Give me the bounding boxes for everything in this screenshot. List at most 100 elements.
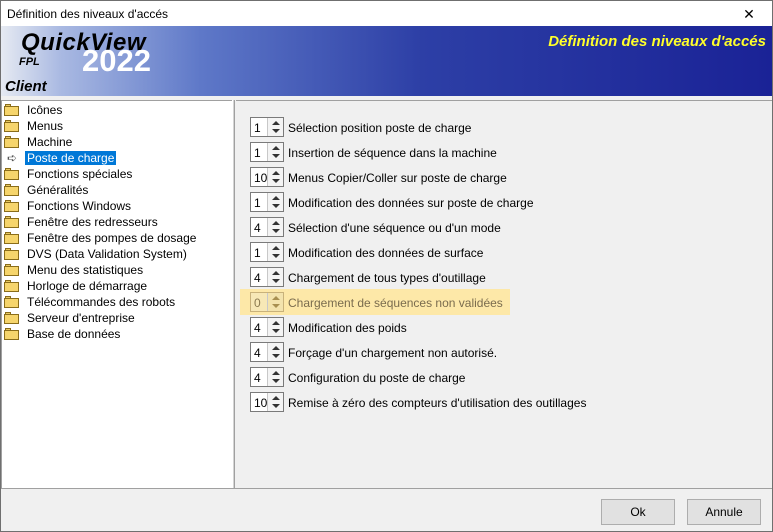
tree-item-label: Base de données	[27, 327, 121, 341]
access-level-row: 4 Forçage d'un chargement non autorisé.	[250, 342, 770, 362]
folder-icon	[4, 328, 20, 340]
spin-up-icon[interactable]	[272, 246, 280, 250]
spin-down-icon[interactable]	[272, 129, 280, 133]
spin-buttons	[267, 218, 283, 236]
spin-down-icon[interactable]	[272, 204, 280, 208]
spin-buttons	[267, 243, 283, 261]
tree-item-label: Icônes	[27, 103, 63, 117]
level-spinbox[interactable]: 10	[250, 167, 284, 187]
spin-up-icon[interactable]	[272, 371, 280, 375]
spin-down-icon[interactable]	[272, 279, 280, 283]
access-level-row: 1 Modification des données sur poste de c…	[250, 192, 770, 212]
access-level-row: 1 Modification des données de surface	[250, 242, 770, 262]
level-label: Forçage d'un chargement non autorisé.	[288, 346, 498, 360]
level-value[interactable]: 1	[254, 146, 261, 160]
level-value[interactable]: 1	[254, 196, 261, 210]
spin-up-icon[interactable]	[272, 121, 280, 125]
level-spinbox[interactable]: 4	[250, 317, 284, 337]
level-label: Remise à zéro des compteurs d'utilisatio…	[288, 396, 587, 410]
tree-item[interactable]: DVS (Data Validation System)	[4, 246, 189, 262]
level-spinbox[interactable]: 1	[250, 142, 284, 162]
spin-down-icon[interactable]	[272, 179, 280, 183]
tree-item[interactable]: Fenêtre des redresseurs	[4, 214, 160, 230]
folder-icon	[4, 200, 20, 212]
level-spinbox[interactable]: 4	[250, 367, 284, 387]
level-spinbox[interactable]: 10	[250, 392, 284, 412]
level-label: Insertion de séquence dans la machine	[288, 146, 497, 160]
level-value[interactable]: 1	[254, 246, 261, 260]
spin-down-icon[interactable]	[272, 329, 280, 333]
ok-button[interactable]: Ok	[601, 499, 675, 525]
level-value[interactable]: 10	[254, 171, 267, 185]
spin-up-icon[interactable]	[272, 271, 280, 275]
tree-item[interactable]: Serveur d'entreprise	[4, 310, 137, 326]
spin-down-icon[interactable]	[272, 229, 280, 233]
tree-item-label: Serveur d'entreprise	[27, 311, 135, 325]
level-value[interactable]: 0	[254, 296, 261, 310]
spin-buttons	[267, 368, 283, 386]
spin-buttons	[267, 318, 283, 336]
pane-splitter[interactable]	[232, 100, 235, 488]
spin-buttons	[267, 393, 283, 411]
spin-up-icon[interactable]	[272, 171, 280, 175]
folder-icon	[4, 312, 20, 324]
tree-item[interactable]: Icônes	[4, 102, 64, 118]
level-spinbox[interactable]: 0	[250, 292, 284, 312]
window-title: Définition des niveaux d'accés	[7, 7, 169, 21]
spin-down-icon[interactable]	[272, 404, 280, 408]
spin-up-icon[interactable]	[272, 396, 280, 400]
category-tree: Icônes Menus Machine ➪ Poste de charge Foncti…	[1, 100, 232, 488]
tree-item[interactable]: Fenêtre des pompes de dosage	[4, 230, 198, 246]
folder-icon	[4, 232, 20, 244]
close-icon[interactable]: ✕	[726, 1, 772, 27]
spin-up-icon[interactable]	[272, 221, 280, 225]
spin-down-icon[interactable]	[272, 354, 280, 358]
spin-up-icon[interactable]	[272, 296, 280, 300]
spin-down-icon[interactable]	[272, 379, 280, 383]
access-level-row: 4 Modification des poids	[250, 317, 770, 337]
level-spinbox[interactable]: 4	[250, 267, 284, 287]
spin-up-icon[interactable]	[272, 196, 280, 200]
tree-item-label: Machine	[27, 135, 73, 149]
level-spinbox[interactable]: 1	[250, 242, 284, 262]
level-value[interactable]: 4	[254, 346, 261, 360]
cancel-button[interactable]: Annule	[687, 499, 761, 525]
tree-item[interactable]: Horloge de démarrage	[4, 278, 149, 294]
folder-icon	[4, 248, 20, 260]
level-spinbox[interactable]: 4	[250, 217, 284, 237]
spin-buttons	[267, 168, 283, 186]
level-label: Modification des données sur poste de ch…	[288, 196, 534, 210]
level-value[interactable]: 4	[254, 371, 261, 385]
brand-year: 2022	[82, 43, 151, 78]
tree-item[interactable]: Machine	[4, 134, 74, 150]
folder-icon	[4, 280, 20, 292]
level-spinbox[interactable]: 4	[250, 342, 284, 362]
spin-up-icon[interactable]	[272, 321, 280, 325]
tree-item[interactable]: Menus	[4, 118, 65, 134]
app-banner: QuickView 2022 FPL Client Définition des…	[0, 26, 773, 96]
folder-icon	[4, 120, 20, 132]
level-value[interactable]: 4	[254, 271, 261, 285]
tree-item[interactable]: Fonctions spéciales	[4, 166, 134, 182]
tree-item[interactable]: ➪ Poste de charge	[4, 150, 117, 166]
tree-item[interactable]: Menu des statistiques	[4, 262, 145, 278]
access-levels-panel: 1 Sélection position poste de charge 1 Inse…	[236, 100, 772, 488]
tree-item[interactable]: Fonctions Windows	[4, 198, 133, 214]
spin-down-icon[interactable]	[272, 254, 280, 258]
button-bar: Ok Annule	[1, 488, 772, 531]
spin-down-icon[interactable]	[272, 304, 280, 308]
level-value[interactable]: 4	[254, 221, 261, 235]
level-value[interactable]: 4	[254, 321, 261, 335]
tree-item-label: Fenêtre des pompes de dosage	[27, 231, 197, 245]
level-value[interactable]: 10	[254, 396, 267, 410]
spin-up-icon[interactable]	[272, 146, 280, 150]
tree-item[interactable]: Télécommandes des robots	[4, 294, 177, 310]
tree-item[interactable]: Base de données	[4, 326, 122, 342]
spin-down-icon[interactable]	[272, 154, 280, 158]
spin-up-icon[interactable]	[272, 346, 280, 350]
tree-item-label: Horloge de démarrage	[27, 279, 148, 293]
level-value[interactable]: 1	[254, 121, 261, 135]
level-spinbox[interactable]: 1	[250, 117, 284, 137]
tree-item[interactable]: Généralités	[4, 182, 90, 198]
level-spinbox[interactable]: 1	[250, 192, 284, 212]
